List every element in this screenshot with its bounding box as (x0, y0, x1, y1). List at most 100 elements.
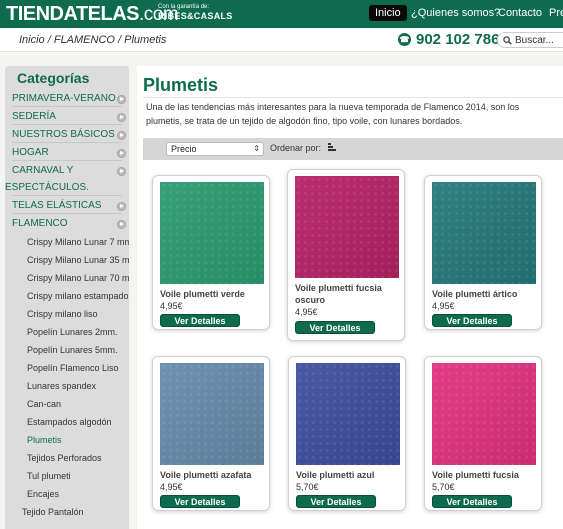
expand-arrow-icon[interactable] (117, 131, 126, 140)
view-details-button[interactable]: Ver Detalles (432, 314, 512, 327)
nav-quienes-somos[interactable]: ¿Quienes somos? (411, 7, 500, 19)
chevron-updown-icon: ⇕ (253, 144, 260, 153)
guarantee-badge: Con la garantía de: RIBES&CASALS (158, 4, 233, 22)
category-hogar[interactable]: HOGAR (12, 147, 129, 158)
subcategory-item[interactable]: Tul plumeti (27, 471, 71, 481)
product-price: 4,95€ (160, 301, 183, 311)
product-card[interactable]: Voile plumetti verde 4,95€ Ver Detalles (152, 175, 270, 330)
subcategory-item-active[interactable]: Plumetis (27, 435, 62, 445)
category-label: NUESTROS BÁSICOS (12, 129, 115, 140)
category-sederia[interactable]: SEDERÍA (12, 111, 129, 122)
category-carnaval[interactable]: CARNAVAL Y (12, 165, 129, 176)
sort-select[interactable]: Precio ⇕ (166, 142, 264, 156)
category-espectaculos[interactable]: ESPECTÁCULOS. (5, 182, 125, 193)
product-image[interactable] (432, 182, 536, 284)
subcategory-item[interactable]: Tejidos Perforados (27, 453, 102, 463)
expand-arrow-icon[interactable] (117, 220, 126, 229)
subcategory-item[interactable]: Can-can (27, 399, 61, 409)
search-box[interactable] (497, 32, 563, 48)
divider (12, 124, 122, 125)
view-details-button[interactable]: Ver Detalles (295, 321, 375, 334)
subcategory-item[interactable]: Tejido Pantalón (22, 507, 84, 517)
subcategory-item[interactable]: Popelín Lunares 2mm. (27, 327, 118, 337)
divider (12, 142, 122, 143)
product-name[interactable]: Voile plumetti fucsia (432, 469, 540, 481)
product-price: 5,70€ (432, 482, 455, 492)
product-card[interactable]: Voile plumetti azul 5,70€ Ver Detalles (288, 356, 406, 511)
product-image[interactable] (160, 182, 264, 284)
divider (12, 213, 122, 214)
product-image[interactable] (295, 176, 399, 278)
subcategory-item[interactable]: Crispy Milano Lunar 7 mm (27, 237, 129, 247)
category-primavera-verano[interactable]: PRIMAVERA-VERANO (12, 93, 129, 104)
category-telas-elasticas[interactable]: TELAS ELÁSTICAS (12, 200, 129, 211)
divider (143, 97, 563, 98)
product-card[interactable]: Voile plumetti fucsia oscuro 4,95€ Ver D… (287, 169, 405, 341)
category-description: Una de las tendencias más interesantes p… (146, 102, 520, 126)
subcategory-item[interactable]: Crispy milano estampado (27, 291, 129, 301)
phone-number: ☎ 902 102 786 (398, 31, 499, 48)
product-price: 4,95€ (432, 301, 455, 311)
breadcrumb[interactable]: Inicio / FLAMENCO / Plumetis (19, 34, 166, 46)
nav-inicio[interactable]: Inicio (369, 5, 407, 21)
product-price: 5,70€ (296, 482, 319, 492)
product-card[interactable]: Voile plumetti azafata 4,95€ Ver Detalle… (152, 356, 270, 511)
view-details-button[interactable]: Ver Detalles (160, 495, 240, 508)
main-content: Plumetis Una de las tendencias más inter… (137, 66, 563, 529)
product-card[interactable]: Voile plumetti fucsia 5,70€ Ver Detalles (424, 356, 542, 511)
search-input[interactable] (515, 34, 561, 46)
divider (12, 195, 122, 196)
subcategory-item[interactable]: Crispy Milano Lunar 35 mm (27, 255, 129, 265)
category-label: CARNAVAL Y (12, 165, 74, 176)
product-name[interactable]: Voile plumetti verde (160, 288, 268, 300)
subcategory-item[interactable]: Crispy Milano Lunar 70 mm (27, 273, 129, 283)
expand-arrow-icon[interactable] (117, 149, 126, 158)
view-details-button[interactable]: Ver Detalles (432, 495, 512, 508)
product-name[interactable]: Voile plumetti azafata (160, 469, 268, 481)
view-details-button[interactable]: Ver Detalles (160, 314, 240, 327)
subcategory-item[interactable]: Popelín Flamenco Liso (27, 363, 119, 373)
product-name[interactable]: Voile plumetti ártico (432, 288, 540, 300)
category-label: HOGAR (12, 147, 49, 158)
sort-selected-value: Precio (171, 144, 197, 154)
category-nuestros-basicos[interactable]: NUESTROS BÁSICOS (12, 129, 129, 140)
product-image[interactable] (160, 363, 264, 465)
subcategory-item[interactable]: Encajes (27, 489, 59, 499)
sidebar-title: Categorías (17, 70, 90, 86)
category-label: TELAS ELÁSTICAS (12, 200, 102, 211)
search-icon (503, 35, 512, 45)
subcategory-item[interactable]: Crispy milano liso (27, 309, 98, 319)
nav-more[interactable]: Pre (549, 7, 563, 19)
guarantee-brand: RIBES&CASALS (158, 11, 233, 21)
sort-order-icon[interactable] (328, 143, 336, 152)
subcategory-item[interactable]: Lunares spandex (27, 381, 96, 391)
product-image[interactable] (432, 363, 536, 465)
product-name[interactable]: Voile plumetti azul (296, 469, 404, 481)
product-name[interactable]: Voile plumetti fucsia oscuro (295, 282, 403, 306)
expand-arrow-icon[interactable] (117, 113, 126, 122)
product-image[interactable] (296, 363, 400, 465)
divider (12, 106, 122, 107)
expand-arrow-icon[interactable] (117, 202, 126, 211)
phone-icon: ☎ (398, 33, 411, 46)
phone-text: 902 102 786 (416, 31, 500, 48)
subcategory-item[interactable]: Popelín Lunares 5mm. (27, 345, 118, 355)
sort-label: Ordenar por: (270, 143, 322, 153)
subcategory-item[interactable]: Estampados algodón (27, 417, 112, 427)
divider (12, 160, 122, 161)
category-flamenco[interactable]: FLAMENCO (12, 218, 129, 229)
view-details-button[interactable]: Ver Detalles (296, 495, 376, 508)
category-label: ESPECTÁCULOS. (5, 182, 89, 193)
product-price: 4,95€ (295, 307, 318, 317)
product-card[interactable]: Voile plumetti ártico 4,95€ Ver Detalles (424, 175, 542, 330)
expand-arrow-icon[interactable] (117, 167, 126, 176)
nav-contacto[interactable]: Contacto (498, 7, 542, 19)
category-sidebar: Categorías PRIMAVERA-VERANO SEDERÍA NUES… (5, 66, 129, 529)
sort-toolbar: Precio ⇕ Ordenar por: (143, 138, 563, 160)
expand-arrow-icon[interactable] (117, 95, 126, 104)
category-label: PRIMAVERA-VERANO (12, 93, 116, 104)
category-label: SEDERÍA (12, 111, 56, 122)
page-title: Plumetis (143, 75, 219, 95)
site-logo[interactable]: TIENDATELAS.com (6, 3, 179, 26)
top-header: TIENDATELAS.com Con la garantía de: RIBE… (0, 0, 563, 28)
